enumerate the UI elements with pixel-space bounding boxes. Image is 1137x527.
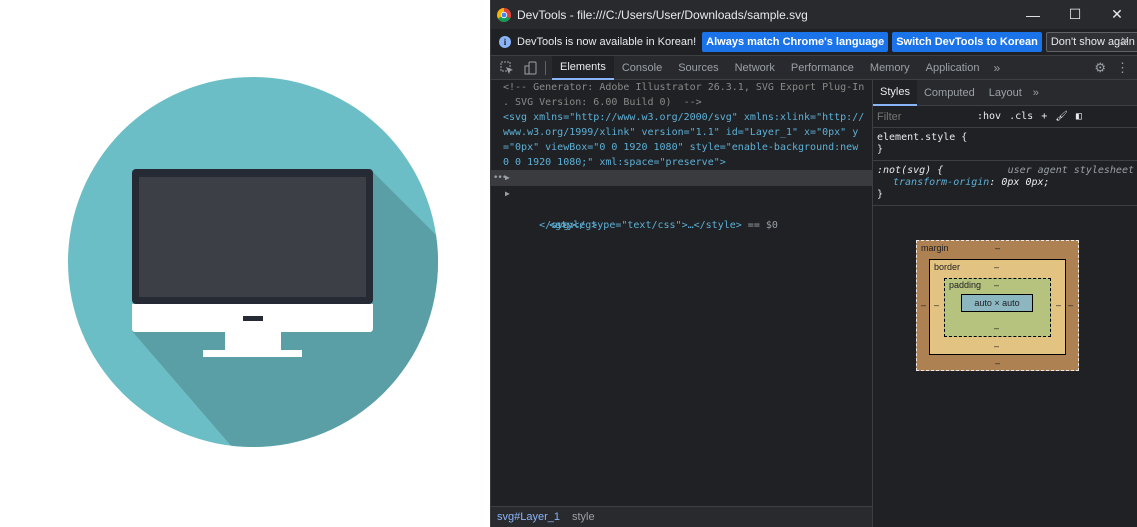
elements-tree: <!-- Generator: Adobe Illustrator 26.3.1… (491, 80, 872, 506)
styles-pane: Styles Computed Layout » :hov .cls + 🖌 ◧… (872, 80, 1137, 527)
g-node[interactable]: ▶ <g>…</g> (491, 186, 872, 231)
toolbar-separator (545, 60, 546, 75)
margin-top-value: – (995, 243, 1001, 253)
svg-close-tag[interactable]: </svg> (491, 202, 872, 231)
dom-comment-line[interactable]: <!-- Generator: Adobe Illustrator 26.3.1… (491, 80, 872, 95)
sidebar-toggle-icon[interactable]: ◧ (1072, 111, 1086, 122)
property-name: transform-origin (893, 177, 990, 188)
info-icon: i (499, 36, 511, 48)
svg-close-text: </svg> (539, 220, 576, 231)
hover-state-toggle[interactable]: :hov (973, 111, 1005, 122)
user-agent-rule[interactable]: :not(svg) { user agent stylesheet transf… (873, 161, 1137, 206)
minimize-icon: — (1026, 6, 1040, 23)
border-top-value: – (994, 262, 1000, 272)
chrome-icon (497, 7, 511, 22)
language-infobar: i DevTools is now available in Korean! A… (491, 29, 1137, 56)
monitor-stand-base (203, 350, 302, 357)
breadcrumb-svg[interactable]: svg#Layer_1 (491, 511, 566, 523)
device-toolbar-icon[interactable] (523, 60, 539, 76)
tab-memory[interactable]: Memory (862, 56, 918, 80)
add-rule-icon[interactable]: + (1037, 111, 1051, 122)
title-bar: DevTools - file:///C:/Users/User/Downloa… (491, 0, 1137, 29)
comment-text-1: <!-- Generator: Adobe Illustrator 26.3.1… (503, 82, 865, 93)
maximize-button[interactable]: ☐ (1054, 0, 1096, 29)
always-match-language-button[interactable]: Always match Chrome's language (702, 32, 889, 52)
settings-gear-icon[interactable]: ⚙ (1089, 60, 1111, 76)
devtools-toolbar: Elements Console Sources Network Perform… (491, 55, 1137, 80)
tab-elements[interactable]: Elements (552, 55, 614, 80)
border-right-value: – (1056, 300, 1062, 310)
element-style-close: } (877, 144, 884, 155)
more-tabs-icon[interactable]: » (987, 61, 1006, 75)
rule-close: } (877, 189, 884, 200)
switch-to-korean-button[interactable]: Switch DevTools to Korean (892, 32, 1042, 52)
tab-layout[interactable]: Layout (982, 80, 1029, 106)
comment-text-2: . SVG Version: 6.00 Build 0) --> (503, 97, 702, 108)
tab-application[interactable]: Application (918, 56, 988, 80)
expand-arrow-icon[interactable]: ▶ (505, 186, 510, 202)
property-value: 0px 0px; (1001, 177, 1050, 188)
class-toggle[interactable]: .cls (1005, 111, 1037, 122)
padding-bottom-value: – (994, 323, 1000, 333)
margin-label: margin (921, 243, 949, 253)
box-model-padding[interactable]: padding – – auto × auto (944, 278, 1051, 337)
element-style-rule[interactable]: element.style { } (873, 128, 1137, 161)
box-model-content[interactable]: auto × auto (961, 294, 1033, 312)
close-icon: ✕ (1111, 6, 1123, 22)
infobar-close-icon[interactable]: ✕ (1120, 34, 1130, 48)
inspect-element-icon[interactable] (499, 60, 515, 76)
rule-origin: user agent stylesheet (1007, 165, 1134, 176)
expand-arrow-icon[interactable]: ▶ (505, 170, 510, 186)
tab-styles[interactable]: Styles (873, 80, 917, 106)
margin-left-value: – (921, 300, 927, 310)
dom-comment-line-2[interactable]: . SVG Version: 6.00 Build 0) --> (491, 95, 872, 110)
breadcrumb: svg#Layer_1 style (491, 506, 872, 527)
styles-filter-input[interactable] (877, 107, 973, 126)
tab-sources[interactable]: Sources (670, 56, 726, 80)
border-bottom-value: – (994, 341, 1000, 351)
selected-node-marker: == $0 (741, 220, 778, 231)
kebab-menu-icon[interactable]: ⋮ (1111, 60, 1134, 76)
box-model-margin[interactable]: margin – – – – border – – – – padding – … (916, 240, 1079, 371)
border-label: border (934, 262, 961, 272)
maximize-icon: ☐ (1068, 6, 1082, 22)
minimize-button[interactable]: — (1012, 0, 1054, 29)
monitor-screen (139, 177, 366, 297)
infobar-message: DevTools is now available in Korean! (517, 36, 697, 48)
svg-open-tag[interactable]: <svg xmlns="http://www.w3.org/2000/svg" … (491, 110, 872, 170)
monitor-stand-neck (225, 332, 281, 352)
margin-right-value: – (1068, 300, 1074, 310)
breadcrumb-style[interactable]: style (566, 511, 601, 523)
more-style-tabs-icon[interactable]: » (1029, 87, 1043, 99)
window-title: DevTools - file:///C:/Users/User/Downloa… (517, 7, 808, 22)
margin-bottom-value: – (995, 358, 1001, 368)
rule-property[interactable]: transform-origin: 0px 0px; (877, 177, 1134, 189)
monitor-logo (243, 316, 263, 321)
styles-tabbar: Styles Computed Layout » (873, 80, 1137, 106)
box-model-diagram: margin – – – – border – – – – padding – … (916, 240, 1079, 371)
element-style-selector: element.style { (877, 132, 968, 143)
close-window-button[interactable]: ✕ (1096, 0, 1137, 29)
box-model-border[interactable]: border – – – – padding – – auto × auto (929, 259, 1066, 355)
monitor-chin-top (132, 304, 373, 310)
paint-brush-icon[interactable]: 🖌 (1051, 111, 1072, 122)
tab-console[interactable]: Console (614, 56, 670, 80)
tab-computed[interactable]: Computed (917, 80, 982, 106)
padding-label: padding (949, 280, 982, 290)
monitor-illustration (68, 77, 438, 447)
devtools-window: DevTools - file:///C:/Users/User/Downloa… (490, 0, 1137, 527)
svg-preview (0, 0, 490, 527)
styles-filter-row: :hov .cls + 🖌 ◧ (873, 106, 1137, 128)
tab-network[interactable]: Network (727, 56, 783, 80)
border-left-value: – (934, 300, 940, 310)
style-node-selected[interactable]: ••• ▶ <style type="text/css">…</style> =… (491, 170, 872, 231)
svg-open-text: <svg xmlns="http://www.w3.org/2000/svg" … (503, 112, 865, 168)
padding-top-value: – (994, 280, 1000, 290)
tab-performance[interactable]: Performance (783, 56, 862, 80)
